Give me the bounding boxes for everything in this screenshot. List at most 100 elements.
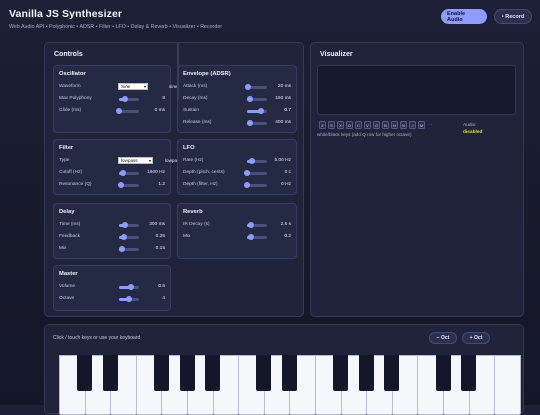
decay-value: 150 ms — [275, 96, 291, 101]
cutoff-slider[interactable] — [119, 170, 139, 176]
octave-up-button[interactable]: + Oct — [462, 332, 490, 344]
polyphony-label: Max Polyphony — [59, 96, 92, 101]
lfo-depth-pitch-label: Depth (pitch, cents) — [183, 170, 225, 175]
polyphony-row: Max Polyphony 8 — [59, 95, 165, 103]
chevron-down-icon: ▾ — [143, 84, 146, 89]
reverb-ir-slider[interactable] — [247, 222, 267, 228]
lfo-title: LFO — [183, 145, 195, 151]
reverb-card: Reverb IR Decay (s) 2.5 s Mix 0.2 — [177, 203, 297, 259]
lfo-depth-filter-value: 0 Hz — [281, 182, 291, 187]
sustain-label: Sustain — [183, 108, 199, 113]
visualizer-canvas — [317, 65, 516, 115]
key-chip: M — [418, 121, 425, 129]
lfo-rate-value: 5.00 Hz — [274, 158, 291, 163]
octave-down-button[interactable]: − Oct — [429, 332, 457, 344]
lfo-rate-slider[interactable] — [247, 158, 267, 164]
glide-label: Glide (ms) — [59, 108, 82, 113]
key-chip: B — [382, 121, 389, 129]
release-slider[interactable] — [247, 120, 267, 126]
visualizer-title: Visualizer — [320, 51, 353, 58]
waveform-select[interactable]: Sine ▾ — [118, 83, 148, 90]
attack-slider[interactable] — [245, 84, 267, 90]
decay-slider[interactable] — [247, 96, 267, 102]
octave-value: 4 — [162, 296, 165, 301]
glide-row: Glide (ms) 0 ms — [59, 107, 165, 115]
piano-black-key[interactable] — [358, 355, 374, 391]
attack-label: Attack (ms) — [183, 84, 208, 89]
piano-black-key[interactable] — [77, 355, 93, 391]
lfo-depth-filter-slider[interactable] — [244, 182, 267, 188]
piano-black-key[interactable] — [102, 355, 118, 391]
delay-time-slider[interactable] — [119, 222, 139, 228]
visualizer-hint: white/black keys (add Q row for higher o… — [317, 132, 412, 137]
resonance-label: Resonance (Q) — [59, 182, 92, 187]
piano-black-key[interactable] — [281, 355, 297, 391]
enable-audio-button[interactable]: Enable Audio — [441, 9, 487, 24]
piano-black-key[interactable] — [435, 355, 451, 391]
reverb-title: Reverb — [183, 209, 203, 215]
delay-feedback-row: Feedback 0.25 — [59, 233, 165, 241]
sustain-slider[interactable] — [247, 108, 267, 114]
oscillator-card: Oscillator Waveform Sine ▾ sine Max Poly… — [53, 65, 177, 133]
polyphony-slider[interactable] — [119, 96, 139, 102]
piano-black-key[interactable] — [384, 355, 400, 391]
release-row: Release (ms) 400 ms — [183, 119, 291, 127]
visualizer-panel: Visualizer Z S X D C V G B H N J M → whi… — [310, 42, 524, 317]
delay-card: Delay Time (ms) 300 ms Feedback 0.25 Mix… — [53, 203, 171, 259]
piano-black-key[interactable] — [333, 355, 349, 391]
chevron-down-icon: ▾ — [148, 158, 151, 163]
key-chip: C — [355, 121, 362, 129]
controls-panel: Controls Oscillator Waveform Sine ▾ sine… — [44, 42, 304, 317]
reverb-ir-value: 2.5 s — [280, 222, 291, 227]
filter-type-select[interactable]: lowpass ▾ — [118, 157, 153, 164]
delay-mix-row: Mix 0.15 — [59, 245, 165, 253]
piano-keyboard — [59, 355, 523, 415]
keyboard-hint: Click / touch keys or use your keyboard — [53, 335, 141, 341]
key-chip: D — [346, 121, 353, 129]
filter-type-row: Type lowpass ▾ lowpass — [59, 157, 182, 165]
resonance-row: Resonance (Q) 1.2 — [59, 181, 165, 189]
volume-label: Volume — [59, 284, 75, 289]
key-chip: X — [337, 121, 344, 129]
reverb-mix-value: 0.2 — [284, 234, 291, 239]
record-button[interactable]: • Record — [494, 9, 532, 24]
key-chip: V — [364, 121, 371, 129]
release-label: Release (ms) — [183, 120, 212, 125]
piano-white-key[interactable] — [494, 355, 521, 415]
cutoff-label: Cutoff (Hz) — [59, 170, 83, 175]
controls-title: Controls — [54, 51, 83, 58]
piano-black-key[interactable] — [153, 355, 169, 391]
sustain-row: Sustain 0.7 — [183, 107, 291, 115]
delay-time-label: Time (ms) — [59, 222, 81, 227]
delay-mix-slider[interactable] — [119, 246, 139, 252]
app-header: Vanilla JS Synthesizer Web Audio API • P… — [9, 8, 222, 30]
reverb-mix-slider[interactable] — [247, 234, 267, 240]
piano-black-key[interactable] — [256, 355, 272, 391]
reverb-mix-row: Mix 0.2 — [183, 233, 291, 241]
piano-black-key[interactable] — [205, 355, 221, 391]
cutoff-value: 1600 Hz — [147, 170, 165, 175]
lfo-card-body: LFO Rate (Hz) 5.00 Hz Depth (pitch, cent… — [177, 139, 297, 195]
lfo-depth-filter-label: Depth (filter, Hz) — [183, 182, 218, 187]
oscillator-title: Oscillator — [59, 71, 86, 77]
key-chip: G — [373, 121, 380, 129]
piano-black-key[interactable] — [179, 355, 195, 391]
lfo-depth-pitch-slider[interactable] — [244, 170, 267, 176]
glide-slider[interactable] — [116, 108, 139, 114]
reverb-mix-label: Mix — [183, 234, 191, 239]
delay-feedback-label: Feedback — [59, 234, 81, 239]
filter-type-label: Type — [59, 158, 70, 163]
octave-slider[interactable] — [119, 296, 139, 302]
key-chip: Z — [319, 121, 326, 129]
attack-row: Attack (ms) 20 ms — [183, 83, 291, 91]
volume-slider[interactable] — [119, 284, 139, 290]
audio-status-value: disabled — [463, 130, 483, 135]
delay-mix-value: 0.15 — [155, 246, 165, 251]
piano-black-key[interactable] — [461, 355, 477, 391]
keyboard-panel: Click / touch keys or use your keyboard … — [44, 324, 524, 415]
resonance-slider[interactable] — [118, 182, 139, 188]
glide-value: 0 ms — [154, 108, 165, 113]
octave-row: Octave 4 — [59, 295, 165, 303]
key-chip: J — [409, 121, 416, 129]
delay-feedback-slider[interactable] — [119, 234, 139, 240]
